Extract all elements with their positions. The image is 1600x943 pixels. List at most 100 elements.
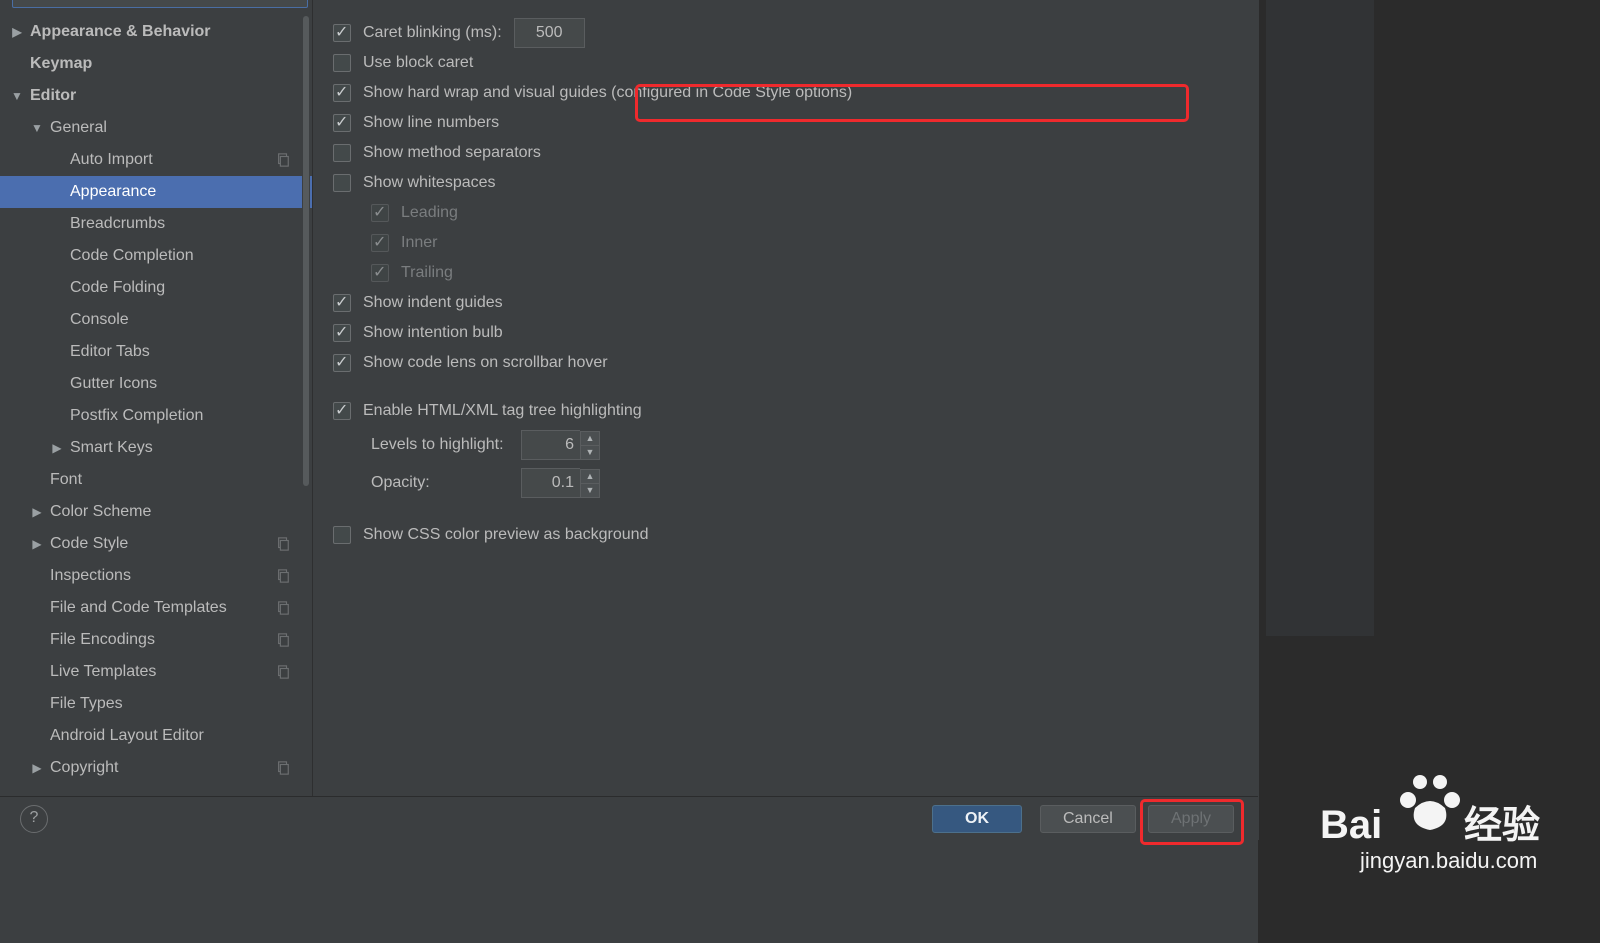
- show-hard-wrap-checkbox[interactable]: [333, 84, 351, 102]
- tree-item-label: Editor Tabs: [70, 343, 150, 361]
- ws-inner-label: Inner: [401, 234, 437, 252]
- tree-item-label: File and Code Templates: [50, 599, 227, 617]
- chevron-right-icon[interactable]: [50, 441, 64, 455]
- show-code-lens-row: Show code lens on scrollbar hover: [333, 348, 1259, 378]
- caret-blinking-checkbox[interactable]: [333, 24, 351, 42]
- show-method-separators-label: Show method separators: [363, 144, 541, 162]
- apply-button[interactable]: Apply: [1148, 805, 1234, 833]
- tree-item-color-scheme[interactable]: Color Scheme: [0, 496, 312, 528]
- chevron-up-icon[interactable]: ▲: [581, 432, 599, 446]
- tree-item-file-encodings[interactable]: File Encodings: [0, 624, 312, 656]
- cancel-button[interactable]: Cancel: [1040, 805, 1136, 833]
- tree-item-label: General: [50, 119, 107, 137]
- tree-item-file-and-code-templates[interactable]: File and Code Templates: [0, 592, 312, 624]
- show-code-lens-checkbox[interactable]: [333, 354, 351, 372]
- tree-item-label: Live Templates: [50, 663, 156, 681]
- tree-item-label: Keymap: [30, 55, 92, 73]
- chevron-right-icon[interactable]: [30, 761, 44, 775]
- sidebar-scrollbar[interactable]: [302, 16, 310, 786]
- ws-trailing-row: Trailing: [371, 258, 1259, 288]
- tree-item-android-layout-editor[interactable]: Android Layout Editor: [0, 720, 312, 752]
- show-whitespaces-label: Show whitespaces: [363, 174, 496, 192]
- tree-item-label: File Encodings: [50, 631, 155, 649]
- tree-item-label: Console: [70, 311, 129, 329]
- tree-item-auto-import[interactable]: Auto Import: [0, 144, 312, 176]
- show-css-preview-checkbox[interactable]: [333, 526, 351, 544]
- tree-item-editor[interactable]: Editor: [0, 80, 312, 112]
- tree-item-live-templates[interactable]: Live Templates: [0, 656, 312, 688]
- show-line-numbers-checkbox[interactable]: [333, 114, 351, 132]
- show-hard-wrap-row: Show hard wrap and visual guides (config…: [333, 78, 1259, 108]
- chevron-right-icon[interactable]: [10, 25, 24, 39]
- tree-item-smart-keys[interactable]: Smart Keys: [0, 432, 312, 464]
- ws-leading-checkbox: [371, 204, 389, 222]
- editor-background-panel: [1266, 0, 1374, 636]
- chevron-down-icon[interactable]: [30, 121, 44, 135]
- show-intention-bulb-checkbox[interactable]: [333, 324, 351, 342]
- levels-label: Levels to highlight:: [371, 436, 521, 454]
- sidebar-scrollbar-thumb[interactable]: [303, 16, 309, 486]
- tree-item-label: Breadcrumbs: [70, 215, 165, 233]
- show-method-separators-checkbox[interactable]: [333, 144, 351, 162]
- settings-sidebar: Appearance & Behavior Keymap Editor General…: [0, 0, 312, 840]
- opacity-row: Opacity: ▲▼: [371, 464, 1259, 502]
- tree-item-font[interactable]: Font: [0, 464, 312, 496]
- tree-item-label: Code Completion: [70, 247, 194, 265]
- enable-html-tree-label: Enable HTML/XML tag tree highlighting: [363, 402, 642, 420]
- tree-item-inspections[interactable]: Inspections: [0, 560, 312, 592]
- tree-item-postfix-completion[interactable]: Postfix Completion: [0, 400, 312, 432]
- tree-item-code-folding[interactable]: Code Folding: [0, 272, 312, 304]
- ws-inner-checkbox: [371, 234, 389, 252]
- copy-scope-icon: [276, 633, 290, 647]
- enable-html-tree-checkbox[interactable]: [333, 402, 351, 420]
- chevron-down-icon[interactable]: [10, 89, 24, 103]
- enable-html-tree-row: Enable HTML/XML tag tree highlighting: [333, 396, 1259, 426]
- tree-item-code-completion[interactable]: Code Completion: [0, 240, 312, 272]
- chevron-right-icon[interactable]: [30, 537, 44, 551]
- show-whitespaces-checkbox[interactable]: [333, 174, 351, 192]
- settings-main-panel: Caret blinking (ms): Use block caret Sho…: [312, 0, 1259, 840]
- ok-button[interactable]: OK: [932, 805, 1022, 833]
- show-method-separators-row: Show method separators: [333, 138, 1259, 168]
- copy-scope-icon: [276, 601, 290, 615]
- tree-item-gutter-icons[interactable]: Gutter Icons: [0, 368, 312, 400]
- dialog-button-bar: ? OK Cancel Apply: [0, 796, 1258, 841]
- chevron-up-icon[interactable]: ▲: [581, 470, 599, 484]
- levels-input[interactable]: [521, 430, 580, 460]
- tree-item-breadcrumbs[interactable]: Breadcrumbs: [0, 208, 312, 240]
- tree-item-general[interactable]: General: [0, 112, 312, 144]
- chevron-down-icon[interactable]: ▼: [581, 446, 599, 459]
- opacity-input[interactable]: [521, 468, 580, 498]
- show-indent-guides-checkbox[interactable]: [333, 294, 351, 312]
- help-button[interactable]: ?: [20, 805, 48, 833]
- levels-row: Levels to highlight: ▲▼: [371, 426, 1259, 464]
- show-css-preview-row: Show CSS color preview as background: [333, 520, 1259, 550]
- opacity-spinner[interactable]: ▲▼: [521, 468, 600, 498]
- levels-spinner[interactable]: ▲▼: [521, 430, 600, 460]
- tree-item-console[interactable]: Console: [0, 304, 312, 336]
- tree-item-appearance-behavior[interactable]: Appearance & Behavior: [0, 16, 312, 48]
- tree-item-appearance[interactable]: Appearance: [0, 176, 312, 208]
- tree-item-keymap[interactable]: Keymap: [0, 48, 312, 80]
- show-hard-wrap-label: Show hard wrap and visual guides (config…: [363, 84, 852, 102]
- levels-spinner-buttons[interactable]: ▲▼: [580, 431, 600, 460]
- tree-item-copyright[interactable]: Copyright: [0, 752, 312, 784]
- settings-search-input[interactable]: [12, 0, 308, 8]
- editor-background: [1258, 0, 1600, 943]
- ws-leading-row: Leading: [371, 198, 1259, 228]
- tree-item-code-style[interactable]: Code Style: [0, 528, 312, 560]
- show-whitespaces-row: Show whitespaces: [333, 168, 1259, 198]
- show-intention-bulb-label: Show intention bulb: [363, 324, 503, 342]
- tree-item-label: Copyright: [50, 759, 118, 777]
- tree-item-editor-tabs[interactable]: Editor Tabs: [0, 336, 312, 368]
- tree-item-file-types[interactable]: File Types: [0, 688, 312, 720]
- chevron-down-icon[interactable]: ▼: [581, 484, 599, 497]
- tree-item-label: Editor: [30, 87, 76, 105]
- use-block-caret-checkbox[interactable]: [333, 54, 351, 72]
- tree-item-label: Inspections: [50, 567, 131, 585]
- tree-item-label: Font: [50, 471, 82, 489]
- opacity-spinner-buttons[interactable]: ▲▼: [580, 469, 600, 498]
- caret-blinking-input[interactable]: [514, 18, 585, 48]
- chevron-right-icon[interactable]: [30, 505, 44, 519]
- copy-scope-icon: [276, 537, 290, 551]
